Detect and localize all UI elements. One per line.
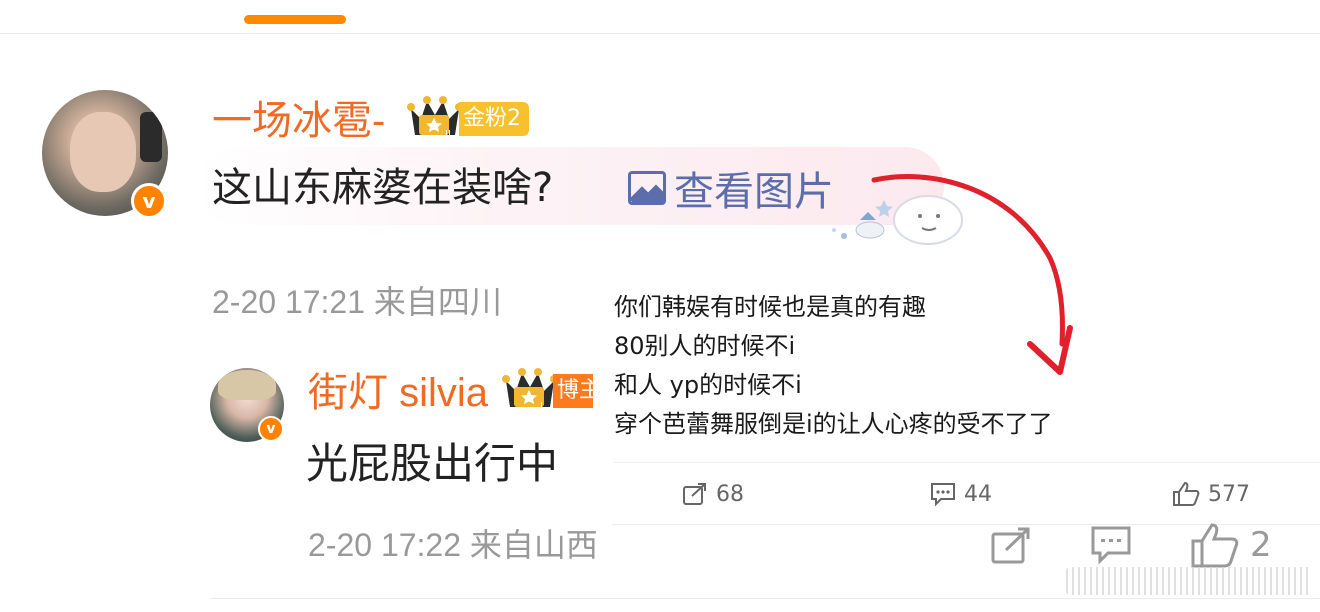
- annotation-arrow-icon: [871, 174, 1073, 375]
- avatar-hair: [218, 370, 276, 400]
- reply-text: 光屁股出行中: [306, 439, 559, 488]
- repost-icon: [991, 527, 1030, 564]
- reply-like-count: 2: [1250, 525, 1272, 565]
- crown-level: II: [445, 129, 451, 140]
- fan-badge: 金粉2: [459, 102, 529, 136]
- watermark: [1066, 567, 1312, 595]
- overlay-comment-button[interactable]: 44: [930, 478, 992, 510]
- repost-icon: [683, 483, 706, 505]
- overlay-repost-button[interactable]: 68: [682, 478, 744, 510]
- reply-like-button[interactable]: 2: [1190, 522, 1272, 568]
- comment-icon: [1091, 526, 1131, 565]
- verified-icon: v: [131, 183, 167, 219]
- comment-meta: 2-20 17:21 来自四川: [212, 284, 502, 320]
- divider: [614, 462, 1320, 463]
- reply-repost-button[interactable]: [990, 522, 1032, 568]
- overlay-text-line: 和人 yp的时候不i: [614, 371, 802, 399]
- view-image-label: 查看图片: [674, 169, 834, 215]
- view-image-link[interactable]: 查看图片: [628, 163, 834, 215]
- host-badge: 博主: [553, 374, 595, 408]
- overlay-text-line: 穿个芭蕾舞服倒是i的让人心疼的受不了了: [614, 410, 1053, 438]
- comment-count: 44: [964, 481, 992, 507]
- crown-level: I: [540, 401, 543, 412]
- overlay-text-line: 80别人的时候不i: [614, 332, 796, 360]
- like-count: 577: [1208, 481, 1250, 507]
- thumbs-up-icon: [1173, 481, 1200, 506]
- repost-count: 68: [716, 481, 744, 507]
- reply-meta: 2-20 17:22 来自山西: [308, 527, 598, 563]
- image-icon: [628, 171, 666, 205]
- active-tab-indicator: [244, 15, 346, 24]
- comment-username[interactable]: 一场冰雹-: [212, 96, 385, 146]
- verified-icon: v: [258, 416, 284, 442]
- crown-icon: II: [407, 95, 463, 141]
- overlay-like-button[interactable]: 577: [1172, 478, 1250, 510]
- comment-icon: [931, 483, 955, 506]
- divider: [210, 598, 1320, 599]
- reply-username[interactable]: 街灯 silvia: [308, 368, 488, 418]
- thumbs-up-icon: [1191, 523, 1239, 568]
- avatar-face: [70, 112, 136, 192]
- crown-icon: I: [502, 367, 558, 413]
- divider: [0, 33, 1320, 34]
- comment-text: 这山东麻婆在装啥?: [212, 165, 554, 211]
- avatar-phone: [140, 112, 162, 162]
- reply-comment-button[interactable]: [1090, 522, 1132, 568]
